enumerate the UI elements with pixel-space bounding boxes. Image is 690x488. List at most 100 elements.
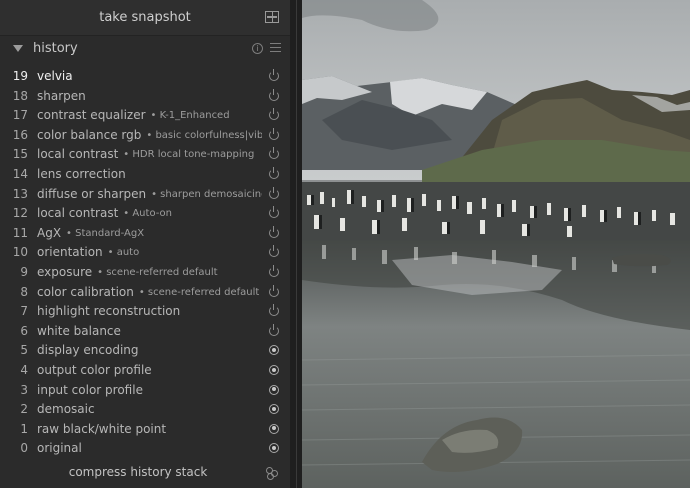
power-toggle-icon[interactable] [269, 127, 279, 140]
presets-menu-icon[interactable] [270, 43, 281, 54]
history-item[interactable]: 16 color balance rgb • basic colorfulness|… [0, 126, 290, 146]
always-on-icon [269, 384, 279, 395]
history-item[interactable]: 3 input color profile [0, 381, 290, 401]
history-item-name: output color profile [37, 362, 152, 377]
history-item-number: 12 [12, 206, 28, 221]
history-item-name: local contrast [37, 206, 119, 221]
history-title: history [33, 41, 78, 56]
history-item-number: 2 [20, 402, 28, 417]
history-item-name: orientation [37, 245, 103, 260]
history-item-detail: • auto [107, 247, 140, 259]
history-item-number: 1 [20, 421, 28, 436]
power-toggle-icon[interactable] [269, 304, 279, 317]
history-item[interactable]: 14 lens correction [0, 165, 290, 185]
power-toggle-icon[interactable] [269, 225, 279, 238]
history-item[interactable]: 9 exposure • scene-referred default [0, 263, 290, 283]
history-item[interactable]: 0 original [0, 439, 290, 459]
power-toggle-icon[interactable] [269, 166, 279, 179]
history-item-name: contrast equalizer [37, 108, 146, 123]
always-on-icon [269, 443, 279, 454]
history-item-name: demosaic [37, 402, 95, 417]
history-item-detail: • K-1_Enhanced [150, 110, 230, 122]
power-toggle-icon[interactable] [269, 147, 279, 160]
history-item[interactable]: 6 white balance [0, 322, 290, 342]
history-item-name: velvia [37, 69, 73, 83]
history-item-number: 4 [20, 362, 28, 377]
history-item-number: 9 [20, 264, 28, 279]
history-item[interactable]: 4 output color profile [0, 361, 290, 381]
history-item-number: 11 [12, 225, 28, 240]
take-snapshot-button[interactable]: take snapshot [0, 0, 290, 36]
history-item[interactable]: 18 sharpen [0, 87, 290, 107]
always-on-icon [269, 423, 279, 434]
history-item-number: 3 [20, 382, 28, 397]
take-snapshot-label: take snapshot [99, 10, 191, 25]
history-item[interactable]: 10 orientation • auto [0, 243, 290, 263]
history-item-number: 14 [12, 166, 28, 181]
power-toggle-icon[interactable] [269, 108, 279, 121]
history-item[interactable]: 15 local contrast • HDR local tone-mapping [0, 145, 290, 165]
compress-history-button[interactable]: compress history stack [0, 462, 290, 484]
history-item-number: 8 [20, 284, 28, 299]
history-item[interactable]: 19 velvia [0, 67, 290, 87]
history-item[interactable]: 12 local contrast • Auto-on [0, 204, 290, 224]
power-toggle-icon[interactable] [269, 88, 279, 101]
collapse-arrow-icon[interactable] [13, 45, 23, 52]
snapshot-compare-icon[interactable] [265, 11, 279, 23]
history-list: 19 velvia 18 sharpen 17 contrast equalizer • K… [0, 67, 290, 459]
history-item-name: color calibration [37, 284, 134, 299]
history-item-detail: • scene-referred default [97, 266, 218, 278]
history-item-detail: • scene-referred default [138, 286, 260, 298]
always-on-icon [269, 345, 279, 356]
compress-history-icon[interactable] [266, 467, 278, 480]
power-toggle-icon[interactable] [269, 206, 279, 219]
power-toggle-icon[interactable] [269, 284, 279, 297]
history-item-number: 18 [12, 88, 28, 103]
history-item-number: 13 [12, 186, 28, 201]
history-item-name: sharpen [37, 88, 86, 103]
history-item-name: original [37, 441, 82, 456]
image-preview[interactable] [302, 0, 690, 488]
history-item-name: display encoding [37, 343, 139, 358]
history-item[interactable]: 7 highlight reconstruction [0, 302, 290, 322]
power-toggle-icon[interactable] [269, 245, 279, 258]
history-item[interactable]: 1 raw black/white point [0, 420, 290, 440]
history-item[interactable]: 13 diffuse or sharpen • sharpen demosaicin… [0, 185, 290, 205]
power-toggle-icon[interactable] [269, 69, 279, 81]
history-item-number: 15 [12, 147, 28, 162]
history-item[interactable]: 11 AgX • Standard-AgX [0, 224, 290, 244]
history-module-header[interactable]: history i [0, 36, 290, 62]
history-item-name: diffuse or sharpen [37, 186, 147, 201]
history-item-number: 17 [12, 108, 28, 123]
power-toggle-icon[interactable] [269, 323, 279, 336]
history-item[interactable]: 2 demosaic [0, 400, 290, 420]
history-item[interactable]: 5 display encoding [0, 341, 290, 361]
history-item-name: AgX [37, 225, 62, 240]
history-item-number: 10 [12, 245, 28, 260]
always-on-icon [269, 364, 279, 375]
history-item-detail: • basic colorfulness|vibra... [146, 129, 262, 141]
power-toggle-icon[interactable] [269, 264, 279, 277]
history-item-number: 7 [20, 304, 28, 319]
history-item-number: 16 [12, 127, 28, 142]
history-item-detail: • HDR local tone-mapping [123, 149, 255, 161]
history-item-name: local contrast [37, 147, 119, 162]
history-item-detail: • Auto-on [123, 208, 172, 220]
history-item-detail: • Standard-AgX [66, 227, 145, 239]
history-item-name: white balance [37, 323, 121, 338]
history-item-number: 19 [12, 69, 28, 83]
history-item-name: exposure [37, 264, 93, 279]
history-item-detail: • sharpen demosaicing|n... [151, 188, 262, 200]
history-item-name: input color profile [37, 382, 143, 397]
penguin-landscape-photo [302, 0, 690, 488]
panel-divider-line [296, 0, 297, 488]
info-icon[interactable]: i [252, 43, 263, 54]
history-item[interactable]: 17 contrast equalizer • K-1_Enhanced [0, 106, 290, 126]
history-item-number: 0 [20, 441, 28, 456]
power-toggle-icon[interactable] [269, 186, 279, 199]
history-item-name: lens correction [37, 166, 126, 181]
left-panel: take snapshot history i 19 velvia 18 sharpe… [0, 0, 290, 488]
history-item-number: 6 [20, 323, 28, 338]
history-item-number: 5 [20, 343, 28, 358]
history-item[interactable]: 8 color calibration • scene-referred defau… [0, 283, 290, 303]
